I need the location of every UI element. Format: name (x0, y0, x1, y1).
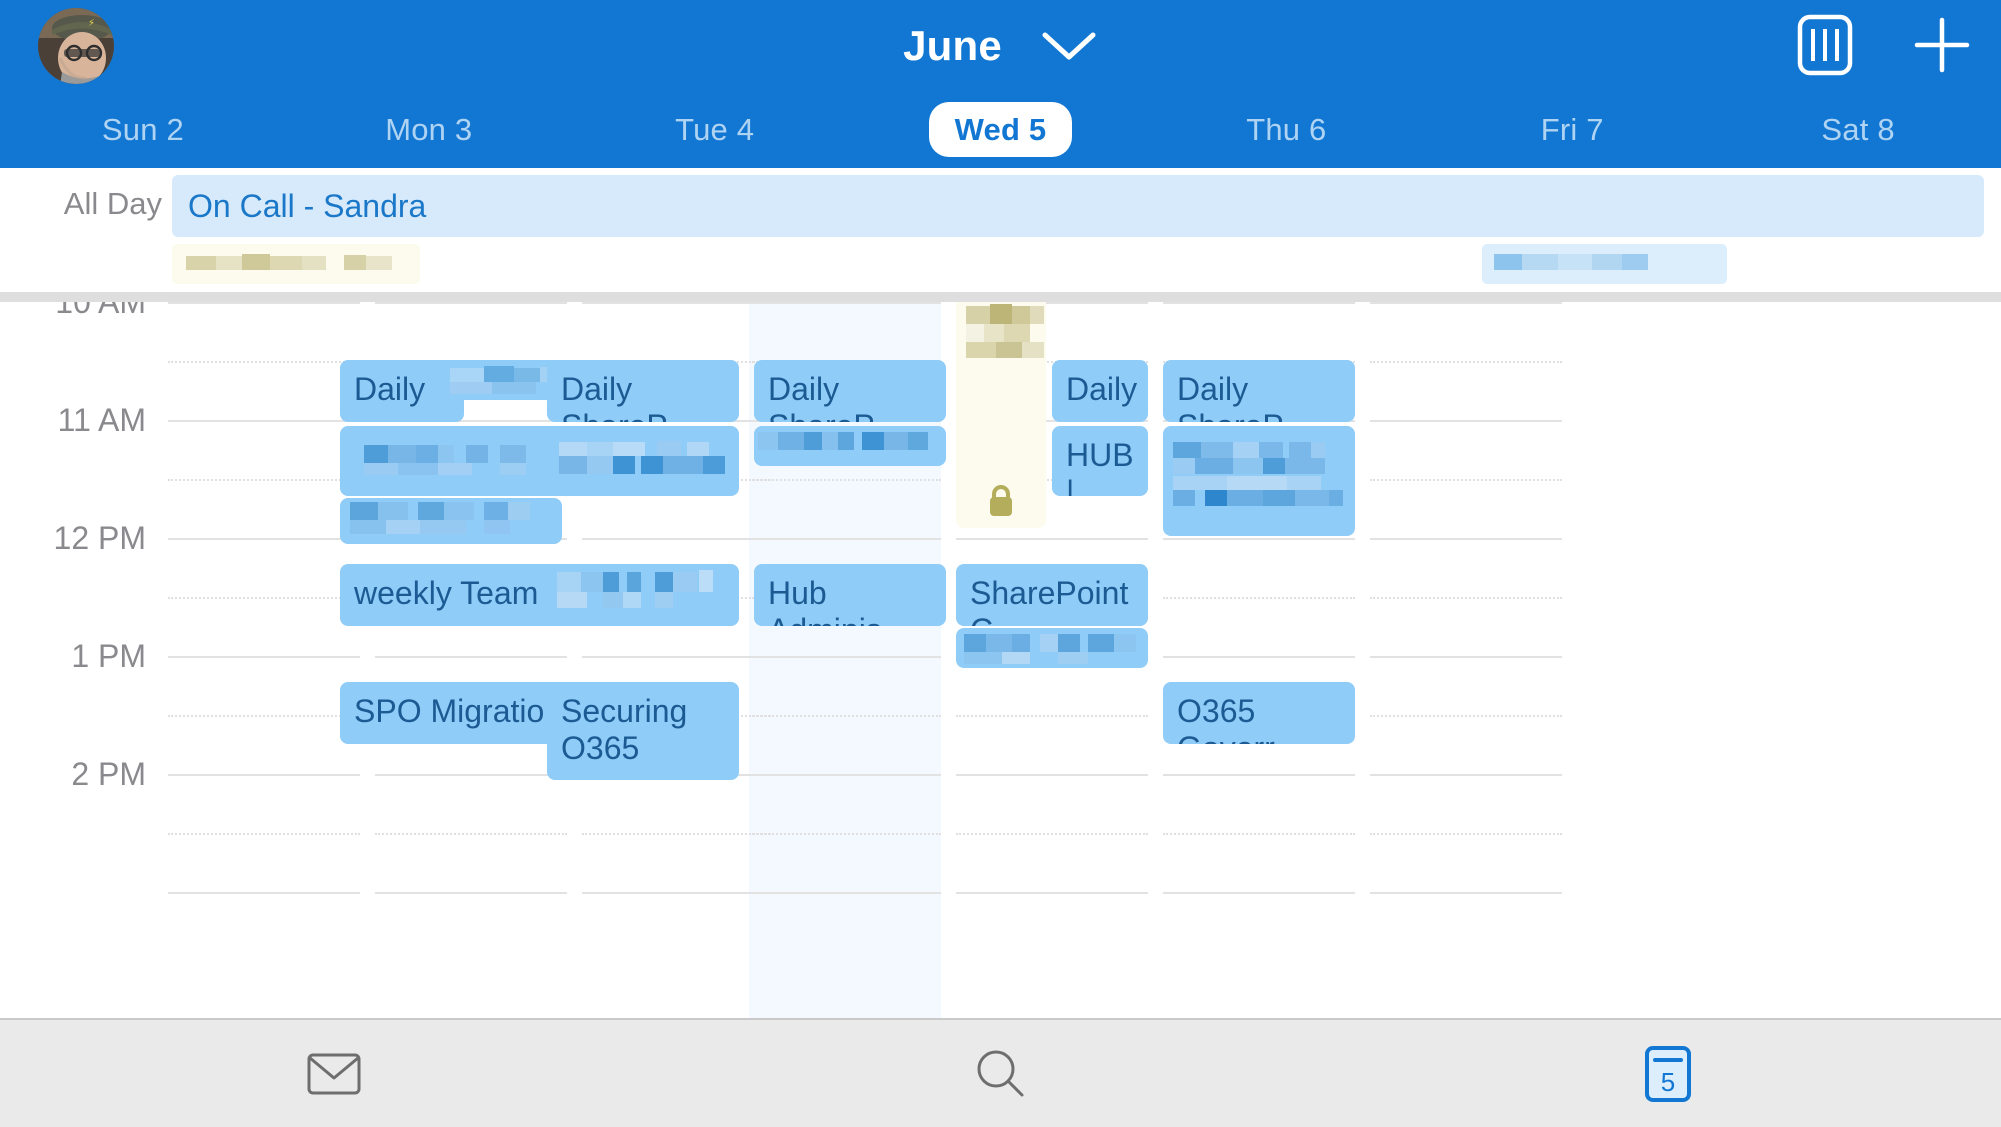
event-tue-daily-sharepoint[interactable]: Daily ShareP (547, 360, 739, 422)
event-wed-hub-administration[interactable]: Hub Adminis (754, 564, 946, 626)
event-tue-redacted-2[interactable] (547, 564, 739, 626)
event-mon-redacted-3[interactable] (340, 498, 562, 544)
lock-icon (990, 485, 1012, 516)
tab-calendar[interactable]: 5 (1334, 1020, 2001, 1127)
day-selector-strip: Sun 2 Mon 3 Tue 4 Wed 5 Thu 6 Fri 7 Sat … (0, 90, 2001, 168)
event-fri-redacted-1[interactable] (1163, 426, 1355, 536)
month-title-group[interactable]: June (0, 12, 2001, 80)
event-wed-redacted-1[interactable] (754, 426, 946, 466)
event-label: O365 Goverr (1177, 693, 1275, 744)
calendar-grid[interactable]: 10 AM 11 AM 12 PM 1 PM 2 PM Daily weekly… (0, 302, 2001, 1018)
event-thu-sharepoint-c[interactable]: SharePoint C (956, 564, 1148, 626)
day-tab-thu-6[interactable]: Thu 6 (1143, 90, 1429, 168)
day-tab-wed-5[interactable]: Wed 5 (858, 90, 1144, 168)
event-thu-private[interactable] (956, 302, 1046, 528)
plus-icon (1914, 17, 1970, 73)
all-day-row: All Day On Call - Sandra (0, 168, 2001, 298)
day-tab-fri-7[interactable]: Fri 7 (1429, 90, 1715, 168)
event-mon-redacted-1[interactable] (442, 360, 562, 400)
event-label: weekly Team (354, 575, 539, 611)
hour-label: 1 PM (71, 638, 146, 674)
day-tab-label: Mon 3 (385, 111, 473, 147)
scroll-divider (0, 292, 2001, 302)
day-tab-sun-2[interactable]: Sun 2 (0, 90, 286, 168)
event-fri-o365-governance[interactable]: O365 Goverr (1163, 682, 1355, 744)
hour-label: 10 AM (55, 302, 146, 320)
day-tab-label: Thu 6 (1246, 111, 1327, 147)
partial-event-top-friday[interactable] (1482, 244, 1727, 284)
bottom-tab-bar: 5 (0, 1018, 2001, 1127)
day-tab-label: Tue 4 (675, 111, 755, 147)
event-tue-redacted-1[interactable] (547, 426, 739, 496)
time-gutter: 10 AM 11 AM 12 PM 1 PM 2 PM (0, 302, 168, 1018)
view-toggle-button[interactable] (1797, 14, 1853, 76)
event-tue-securing-o365[interactable]: Securing O365 (547, 682, 739, 780)
svg-text:5: 5 (1660, 1067, 1674, 1097)
event-thu-hub[interactable]: HUB | (1052, 426, 1148, 496)
day-columns-view-icon (1797, 14, 1853, 76)
all-day-label: All Day (63, 186, 162, 221)
calendar-app: ⚡ June Sun 2 Mon 3 Tue 4 Wed 5 Thu 6 Fri… (0, 0, 2001, 1127)
event-mon-weekly-team[interactable]: weekly Team (340, 564, 562, 626)
event-mon-spo-migration[interactable]: SPO Migratio (340, 682, 562, 744)
event-wed-daily-sharepoint[interactable]: Daily ShareP (754, 360, 946, 422)
header-actions (1797, 10, 1973, 80)
event-thu-daily[interactable]: Daily (1052, 360, 1148, 422)
app-header: ⚡ June Sun 2 Mon 3 Tue 4 Wed 5 Thu 6 Fri… (0, 0, 2001, 168)
event-label: SPO Migratio (354, 693, 545, 729)
tab-search[interactable] (667, 1020, 1334, 1127)
day-tab-label: Sat 8 (1821, 111, 1895, 147)
hour-label: 2 PM (71, 756, 146, 792)
partial-private-event-top[interactable] (172, 244, 420, 284)
event-thu-redacted-1[interactable] (956, 628, 1148, 668)
event-layer: Daily weekly Team SPO Migratio Daily Sec… (168, 302, 2001, 1018)
day-tab-label: Wed 5 (928, 101, 1073, 157)
day-tab-tue-4[interactable]: Tue 4 (572, 90, 858, 168)
day-tab-label: Fri 7 (1540, 111, 1604, 147)
event-label: Daily ShareP (768, 371, 875, 422)
hour-label: 12 PM (53, 520, 146, 556)
day-tab-sat-8[interactable]: Sat 8 (1715, 90, 2001, 168)
event-label: Hub Adminis (768, 575, 882, 626)
event-label: HUB | (1066, 437, 1143, 496)
page-title: June (903, 22, 1002, 69)
event-label: Daily ShareP (561, 371, 668, 422)
event-label: Securing O365 (561, 693, 688, 766)
event-label: Daily ShareP (1177, 371, 1284, 422)
event-mon-redacted-2[interactable] (340, 426, 562, 496)
mail-icon (307, 1053, 360, 1094)
chevron-down-icon[interactable] (1040, 29, 1098, 63)
event-label: Daily (1066, 371, 1138, 407)
calendar-day-5-icon: 5 (1644, 1045, 1691, 1102)
tab-mail[interactable] (0, 1020, 667, 1127)
event-label: SharePoint C (970, 575, 1129, 626)
hour-label: 11 AM (57, 402, 146, 438)
search-icon (977, 1050, 1023, 1096)
event-fri-daily-sharepoint[interactable]: Daily ShareP (1163, 360, 1355, 422)
all-day-event-label: On Call - Sandra (188, 188, 427, 224)
day-tab-mon-3[interactable]: Mon 3 (286, 90, 572, 168)
day-tab-label: Sun 2 (101, 111, 184, 147)
add-event-button[interactable] (1911, 14, 1973, 76)
all-day-event[interactable]: On Call - Sandra (172, 175, 1984, 237)
